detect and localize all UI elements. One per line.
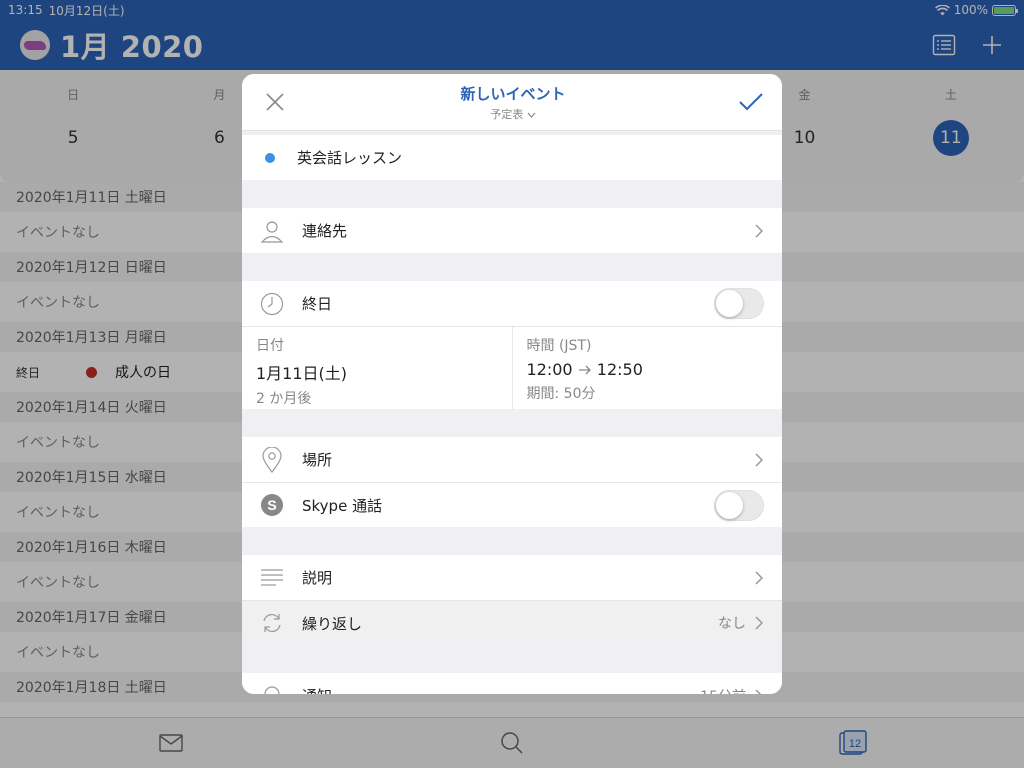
chevron-right-icon [755, 452, 764, 467]
allday-toggle[interactable] [714, 288, 764, 319]
time-end: 12:50 [596, 360, 643, 379]
calendar-selector-label: 予定表 [490, 107, 524, 121]
repeat-icon [258, 609, 286, 637]
close-button[interactable] [262, 89, 288, 115]
save-button[interactable] [738, 89, 764, 115]
repeat-label: 繰り返し [302, 614, 363, 633]
time-range: 12:00 12:50 [527, 360, 769, 379]
calendar-color-dot [265, 152, 275, 163]
notification-row[interactable]: 通知 15分前 [242, 673, 782, 694]
time-start: 12:00 [526, 360, 573, 379]
modal-header: 新しいイベント 予定表 [242, 74, 782, 131]
repeat-value: なし [718, 616, 746, 632]
allday-row: 終日 [242, 281, 782, 326]
location-label: 場所 [302, 451, 333, 469]
close-icon [266, 93, 284, 111]
event-title-value: 英会話レッスン [297, 149, 403, 167]
date-value: 1月11日(土) [256, 364, 348, 383]
svg-text:S: S [267, 497, 276, 513]
duration: 期間: 50分 [526, 386, 596, 402]
time-label: 時間 (JST) [526, 338, 592, 354]
skype-label: Skype 通話 [302, 496, 383, 515]
chevron-right-icon [755, 616, 764, 630]
allday-label: 終日 [302, 295, 333, 313]
bell-icon [258, 682, 286, 694]
skype-toggle[interactable] [714, 489, 764, 521]
clock-icon [258, 290, 286, 318]
description-row[interactable]: 説明 [242, 555, 782, 600]
new-event-modal: 新しいイベント 予定表 英会話レッスン 連絡先 終日 日付 1月11日(土) 2… [242, 74, 782, 694]
chevron-right-icon [755, 223, 764, 238]
person-icon [258, 217, 286, 245]
skype-row: S Skype 通話 [242, 482, 782, 527]
notification-value: 15分前 [700, 686, 746, 695]
contacts-label: 連絡先 [302, 222, 348, 240]
chevron-down-icon [527, 112, 536, 118]
checkmark-icon [739, 93, 763, 111]
chevron-right-icon [755, 570, 764, 585]
chevron-right-icon [755, 688, 762, 694]
location-pin-icon [258, 446, 286, 474]
arrow-right-icon [578, 365, 591, 375]
description-label: 説明 [302, 569, 333, 587]
calendar-selector[interactable]: 予定表 [460, 106, 565, 122]
contacts-row[interactable]: 連絡先 [242, 208, 782, 253]
skype-icon: S [258, 491, 286, 519]
date-picker[interactable]: 日付 1月11日(土) 2 か月後 [242, 327, 512, 409]
notification-label: 通知 [302, 685, 700, 694]
modal-title: 新しいイベント [460, 84, 566, 103]
date-label: 日付 [256, 338, 284, 354]
location-row[interactable]: 場所 [242, 437, 782, 482]
event-title-field[interactable]: 英会話レッスン [242, 135, 782, 180]
text-lines-icon [258, 564, 286, 592]
date-relative: 2 か月後 [256, 391, 312, 407]
date-time-section: 日付 1月11日(土) 2 か月後 時間 (JST) 12:00 12:50 期… [242, 326, 782, 409]
time-picker[interactable]: 時間 (JST) 12:00 12:50 期間: 50分 [511, 327, 783, 409]
repeat-row[interactable]: 繰り返し なし [242, 600, 782, 645]
